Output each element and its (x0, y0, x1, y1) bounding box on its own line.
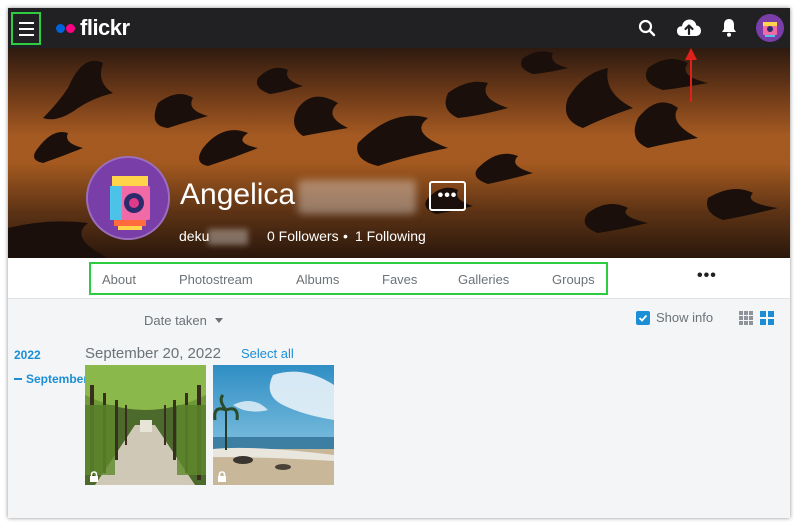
timeline-month-label: September (26, 372, 89, 386)
select-all-link[interactable]: Select all (241, 346, 294, 361)
following-link[interactable]: 1 Following (355, 228, 426, 244)
user-avatar[interactable] (756, 14, 784, 42)
top-navigation-bar: flickr (8, 8, 790, 48)
photo-tree-lined-path[interactable] (85, 365, 206, 485)
sort-dropdown[interactable]: Date taken (144, 313, 223, 328)
timeline-month[interactable]: September (14, 372, 88, 386)
tab-albums[interactable]: Albums (296, 272, 339, 287)
redacted-username (208, 229, 248, 245)
section-date-heading: September 20, 2022 (85, 345, 221, 362)
bell-icon[interactable] (718, 17, 740, 39)
profile-avatar[interactable] (86, 156, 170, 240)
tabs-highlight-box (89, 262, 608, 295)
logo-blue-dot (56, 23, 65, 33)
logo-text: flickr (80, 15, 130, 40)
tab-galleries[interactable]: Galleries (458, 272, 509, 287)
timeline-marker (14, 378, 22, 380)
tabs-more-button[interactable]: ••• (697, 267, 717, 285)
stats-separator: • (343, 228, 348, 244)
profile-username: deku (179, 228, 210, 244)
menu-line (18, 33, 34, 36)
lock-icon (218, 471, 226, 482)
hamburger-menu-button[interactable] (11, 12, 41, 45)
profile-cover-photo: Angelica ••• deku 0 Followers • 1 Follow… (8, 48, 790, 258)
redacted-surname (298, 180, 416, 214)
search-icon[interactable] (636, 17, 658, 39)
profile-tab-bar: About Photostream Albums Faves Galleries… (8, 258, 790, 299)
menu-line (18, 27, 34, 30)
upload-cloud-icon[interactable] (675, 17, 703, 39)
flickr-logo[interactable]: flickr (56, 15, 130, 41)
show-info-toggle[interactable]: Show info (636, 310, 713, 325)
photo-image (85, 365, 206, 485)
tab-groups[interactable]: Groups (552, 272, 595, 287)
lock-icon (90, 471, 98, 482)
small-grid-view-icon[interactable] (739, 311, 753, 325)
tab-faves[interactable]: Faves (382, 272, 417, 287)
profile-name: Angelica (180, 178, 296, 211)
photo-image (213, 365, 334, 485)
menu-line (18, 21, 34, 24)
logo-pink-dot (66, 23, 75, 33)
chevron-down-icon (214, 318, 223, 323)
sort-label: Date taken (144, 313, 207, 328)
profile-more-button[interactable]: ••• (429, 181, 466, 211)
browser-viewport: flickr Angelica ••• deku 0 Followers • 1… (8, 8, 790, 518)
large-grid-view-icon[interactable] (760, 311, 774, 325)
tab-about[interactable]: About (102, 272, 136, 287)
show-info-checkbox[interactable] (636, 310, 650, 325)
photo-beach-with-palm[interactable] (213, 365, 334, 485)
show-info-label: Show info (656, 310, 714, 325)
timeline-year[interactable]: 2022 (14, 348, 41, 362)
checkmark-icon (638, 314, 648, 322)
tab-photostream[interactable]: Photostream (179, 272, 253, 287)
followers-link[interactable]: 0 Followers (267, 228, 339, 244)
